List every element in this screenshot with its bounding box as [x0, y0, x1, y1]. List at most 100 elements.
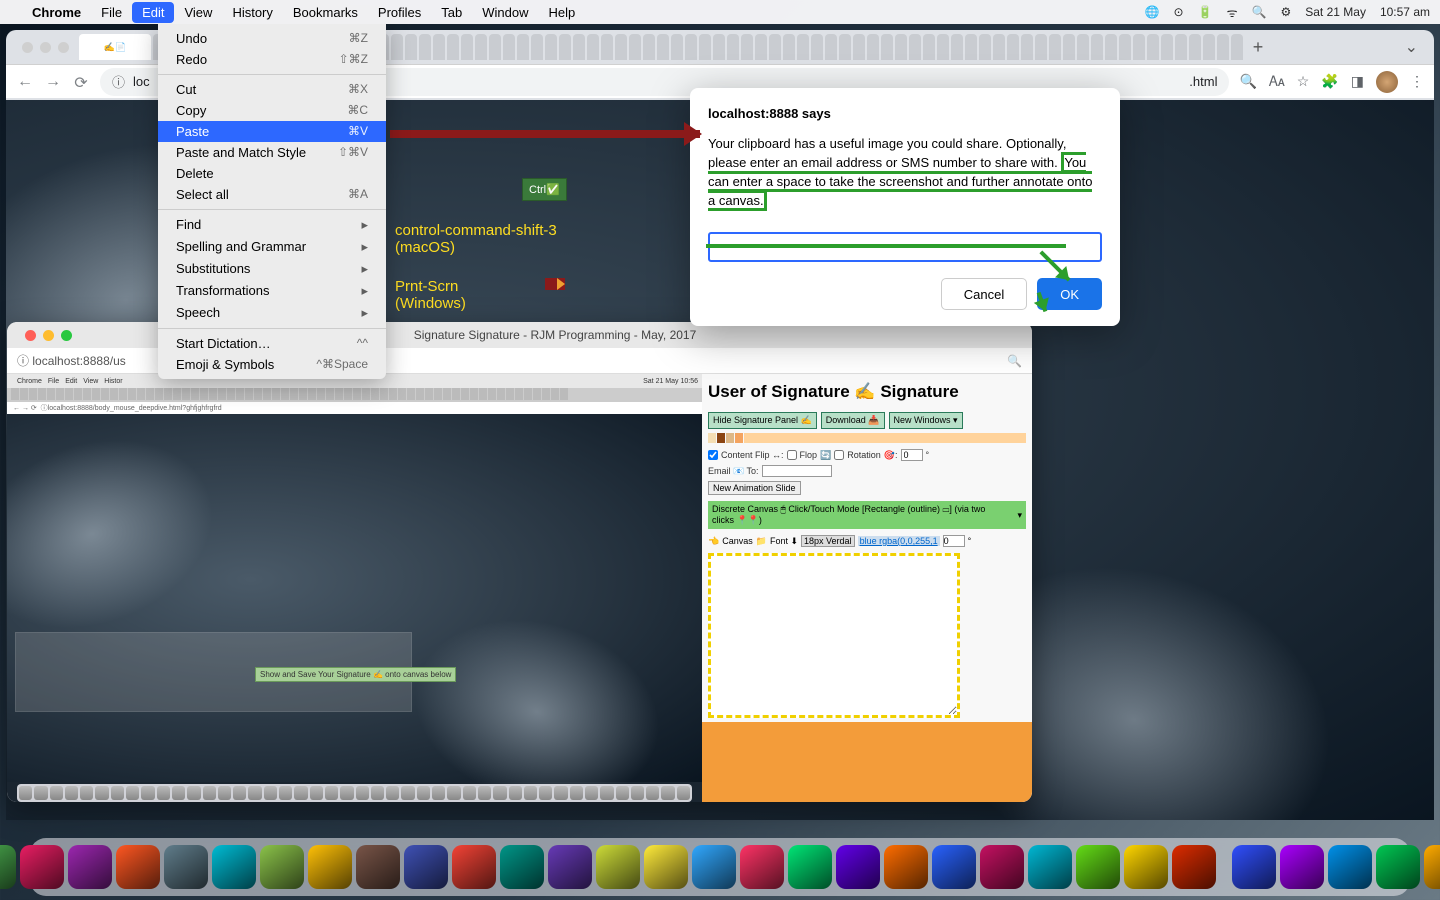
dock-app-8[interactable]	[260, 845, 304, 889]
menu-undo[interactable]: Undo⌘Z	[158, 28, 386, 49]
search-icon[interactable]: 🔍	[1007, 354, 1022, 368]
browser-tab[interactable]	[895, 34, 907, 60]
browser-tab[interactable]	[601, 34, 613, 60]
rotation-checkbox[interactable]	[834, 450, 844, 460]
browser-tab[interactable]	[1021, 34, 1033, 60]
browser-tab[interactable]	[755, 34, 767, 60]
forward-button[interactable]: →	[44, 73, 62, 91]
browser-tab-active[interactable]: ✍📄	[79, 34, 151, 60]
menu-transformations[interactable]: Transformations▸	[158, 280, 386, 302]
dock-app-9[interactable]	[308, 845, 352, 889]
menu-emoji[interactable]: Emoji & Symbols^⌘Space	[158, 354, 386, 375]
browser-tab[interactable]	[559, 34, 571, 60]
globe-icon[interactable]: 🌐	[1145, 5, 1160, 19]
minimize-icon[interactable]	[43, 330, 54, 341]
browser-tab[interactable]	[391, 34, 403, 60]
dock-app-14[interactable]	[548, 845, 592, 889]
browser-tab[interactable]	[909, 34, 921, 60]
view-menu[interactable]: View	[174, 2, 222, 23]
browser-tab[interactable]	[685, 34, 697, 60]
dock-app-7[interactable]	[212, 845, 256, 889]
browser-tab[interactable]	[1175, 34, 1187, 60]
download-button[interactable]: Download 📥	[821, 412, 885, 429]
browser-tab[interactable]	[727, 34, 739, 60]
chrome-menu-icon[interactable]: ⋮	[1410, 73, 1424, 90]
dock-app-32[interactable]	[1424, 845, 1440, 889]
browser-tab[interactable]	[1231, 34, 1243, 60]
dock-app-11[interactable]	[404, 845, 448, 889]
browser-tab[interactable]	[699, 34, 711, 60]
menu-paste-match[interactable]: Paste and Match Style⇧⌘V	[158, 142, 386, 163]
browser-tab[interactable]	[1217, 34, 1229, 60]
wifi-icon[interactable]: ᯤ	[1227, 4, 1238, 21]
dock-app-27[interactable]	[1172, 845, 1216, 889]
menu-redo[interactable]: Redo⇧⌘Z	[158, 49, 386, 70]
profiles-menu[interactable]: Profiles	[368, 2, 431, 23]
browser-tab[interactable]	[1133, 34, 1145, 60]
dock-app-4[interactable]	[68, 845, 112, 889]
browser-tab[interactable]	[657, 34, 669, 60]
dock-app-21[interactable]	[884, 845, 928, 889]
color-select[interactable]: blue rgba(0,0,255,1	[858, 536, 940, 546]
menu-spelling[interactable]: Spelling and Grammar▸	[158, 236, 386, 258]
dock-app-20[interactable]	[836, 845, 880, 889]
profile-avatar[interactable]	[1376, 71, 1398, 93]
browser-tab[interactable]	[531, 34, 543, 60]
menu-cut[interactable]: Cut⌘X	[158, 79, 386, 100]
browser-tab[interactable]	[979, 34, 991, 60]
site-info-icon[interactable]: ⓘ	[17, 352, 29, 369]
dock-app-25[interactable]	[1076, 845, 1120, 889]
browser-tab[interactable]	[853, 34, 865, 60]
browser-tab[interactable]	[811, 34, 823, 60]
browser-tab[interactable]	[419, 34, 431, 60]
browser-tab[interactable]	[1063, 34, 1075, 60]
browser-tab[interactable]	[587, 34, 599, 60]
browser-tab[interactable]	[797, 34, 809, 60]
browser-tab[interactable]	[503, 34, 515, 60]
spotlight-icon[interactable]: 🔍	[1252, 5, 1267, 19]
menu-delete[interactable]: Delete	[158, 163, 386, 184]
browser-tab[interactable]	[741, 34, 753, 60]
side-panel-icon[interactable]: ◨	[1351, 73, 1364, 90]
browser-tab[interactable]	[867, 34, 879, 60]
window-menu[interactable]: Window	[472, 2, 538, 23]
dock-app-15[interactable]	[596, 845, 640, 889]
browser-tab[interactable]	[545, 34, 557, 60]
browser-tab[interactable]	[825, 34, 837, 60]
dock-app-19[interactable]	[788, 845, 832, 889]
browser-tab[interactable]	[461, 34, 473, 60]
dock-app-29[interactable]	[1280, 845, 1324, 889]
back-button[interactable]: ←	[16, 73, 34, 91]
new-tab-button[interactable]: +	[1245, 37, 1271, 58]
browser-tab[interactable]	[769, 34, 781, 60]
dock-app-13[interactable]	[500, 845, 544, 889]
browser-tab[interactable]	[783, 34, 795, 60]
browser-tab[interactable]	[1035, 34, 1047, 60]
browser-tab[interactable]	[1077, 34, 1089, 60]
app-menu[interactable]: Chrome	[22, 2, 91, 23]
dock-app-6[interactable]	[164, 845, 208, 889]
site-info-icon[interactable]: ⓘ	[112, 72, 125, 91]
dock-app-23[interactable]	[980, 845, 1024, 889]
dock-app-22[interactable]	[932, 845, 976, 889]
menu-dictation[interactable]: Start Dictation…^^	[158, 333, 386, 354]
browser-tab[interactable]	[615, 34, 627, 60]
browser-tab[interactable]	[489, 34, 501, 60]
menu-find[interactable]: Find▸	[158, 214, 386, 236]
dock-app-16[interactable]	[644, 845, 688, 889]
dock-app-30[interactable]	[1328, 845, 1372, 889]
browser-tab[interactable]	[993, 34, 1005, 60]
help-menu[interactable]: Help	[539, 2, 586, 23]
file-menu[interactable]: File	[91, 2, 132, 23]
zoom-icon[interactable]: 🔍	[1239, 73, 1256, 90]
menu-copy[interactable]: Copy⌘C	[158, 100, 386, 121]
browser-tab[interactable]	[643, 34, 655, 60]
history-menu[interactable]: History	[222, 2, 282, 23]
close-icon[interactable]	[25, 330, 36, 341]
browser-tab[interactable]	[433, 34, 445, 60]
browser-tab[interactable]	[951, 34, 963, 60]
maximize-icon[interactable]	[61, 330, 72, 341]
browser-tab[interactable]	[1091, 34, 1103, 60]
dock-app-17[interactable]	[692, 845, 736, 889]
browser-tab[interactable]	[1007, 34, 1019, 60]
